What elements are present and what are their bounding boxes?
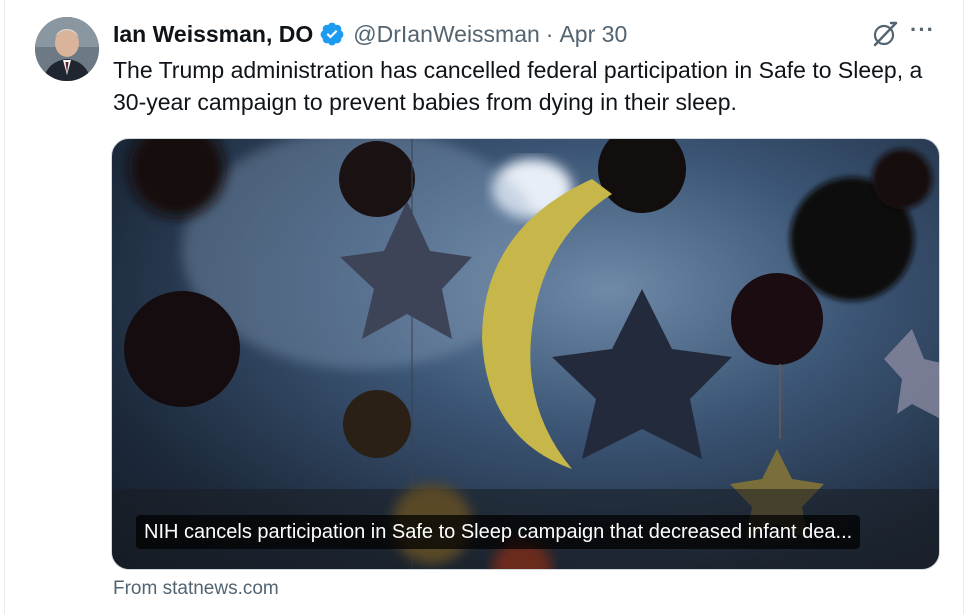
link-card-source[interactable]: From statnews.com xyxy=(113,578,279,600)
author-handle[interactable]: @DrIanWeissman xyxy=(353,21,540,48)
tweet-header: Ian Weissman, DO @DrIanWeissman · Apr 30 xyxy=(113,18,923,50)
more-options-icon[interactable]: ··· xyxy=(910,19,940,48)
verified-badge-icon xyxy=(319,21,345,47)
link-card-headline[interactable]: NIH cancels participation in Safe to Sle… xyxy=(136,515,861,549)
author-name[interactable]: Ian Weissman, DO xyxy=(113,21,313,48)
tweet-date[interactable]: Apr 30 xyxy=(559,21,627,48)
tweet-text: The Trump administration has cancelled f… xyxy=(113,57,923,115)
separator-dot: · xyxy=(545,20,554,47)
link-card-image[interactable]: NIH cancels participation in Safe to Sle… xyxy=(111,138,940,570)
tweet-card[interactable]: Ian Weissman, DO @DrIanWeissman · Apr 30… xyxy=(4,0,964,614)
grok-icon[interactable] xyxy=(871,20,899,48)
avatar[interactable] xyxy=(35,17,99,81)
mobile-photo xyxy=(112,139,939,569)
